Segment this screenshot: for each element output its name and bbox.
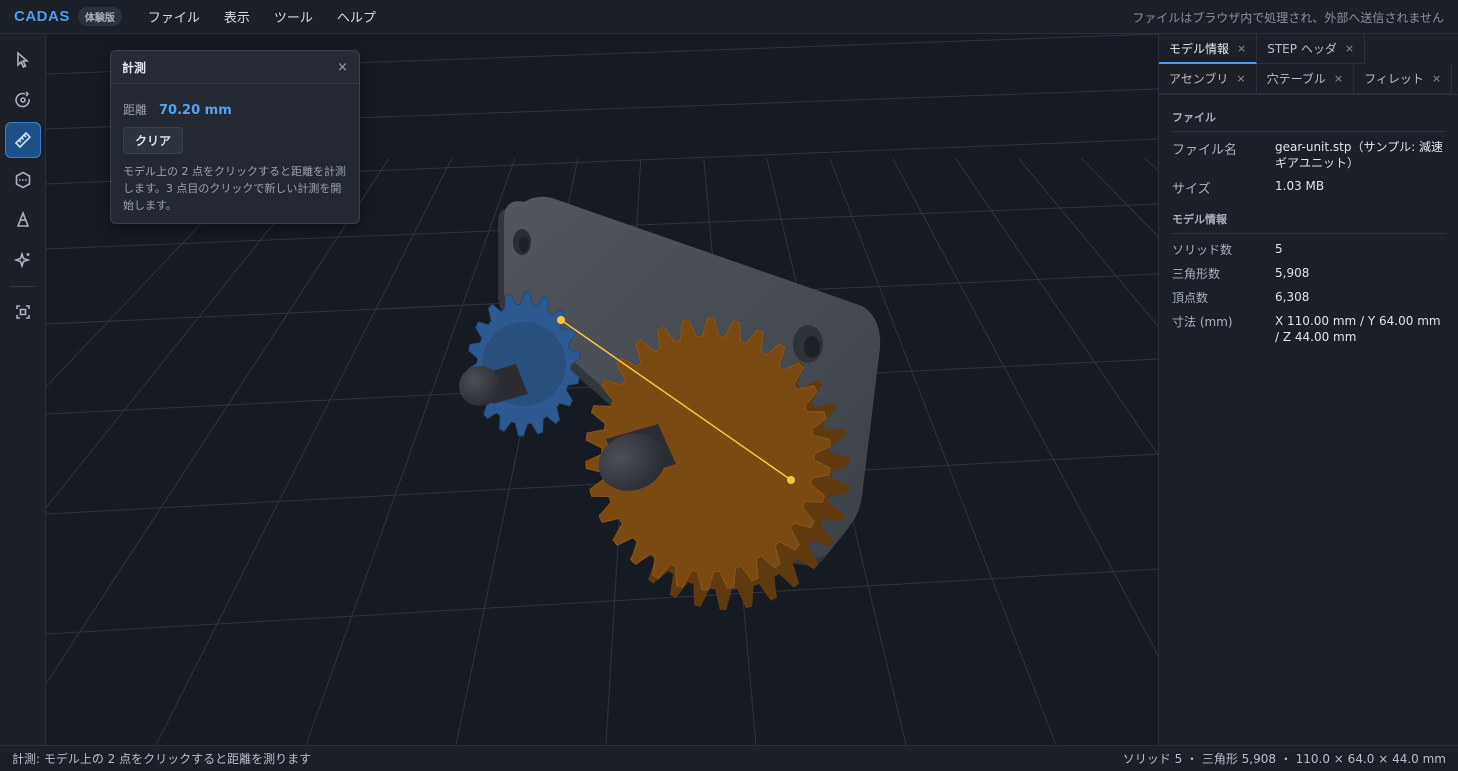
menu-bar: ファイル 表示 ツール ヘルプ (148, 7, 400, 26)
file-size-value: 1.03 MB (1275, 179, 1325, 193)
file-name-key: ファイル名 (1172, 143, 1238, 158)
vertex-count-row: 頂点数 6,308 (1171, 282, 1446, 306)
tab-close-icon[interactable]: × (1237, 42, 1246, 55)
privacy-note: ファイルはブラウザ内で処理され、外部へ送信されません (1132, 11, 1444, 25)
tab-close-icon[interactable]: × (1236, 72, 1245, 85)
distance-value: 70.20 mm (159, 103, 232, 118)
grid-line (1081, 158, 1158, 238)
trial-badge: 体験版 (77, 7, 122, 26)
solid-count-row: ソリッド数 5 (1171, 234, 1446, 258)
grid-line (305, 158, 516, 745)
tab-hole-table[interactable]: 穴テーブル × (1256, 64, 1355, 94)
tab-close-icon[interactable]: × (1432, 72, 1441, 85)
vertex-count-value: 6,308 (1275, 290, 1310, 304)
distance-label: 距離 (123, 103, 148, 117)
tab-step-header[interactable]: STEP ヘッダ × (1257, 34, 1366, 64)
solid-count-value: 5 (1275, 242, 1283, 256)
triangle-count-value: 5,908 (1275, 266, 1310, 280)
distance-row: 距離 70.20 mm (123, 101, 359, 118)
measure-panel-title: 計測 (122, 60, 147, 75)
tab-model-info[interactable]: モデル情報 × (1159, 34, 1258, 64)
file-name-value: gear-unit.stp（サンプル: 減速ギアユニット） (1275, 140, 1443, 170)
triangle-count-key: 三角形数 (1172, 267, 1221, 281)
menu-view[interactable]: 表示 (224, 7, 250, 26)
panel-tabs: モデル情報 × STEP ヘッダ × アセンブリ × 穴テーブル × フィレット… (1159, 34, 1458, 95)
select-tool-button[interactable] (5, 42, 41, 78)
tab-label: フィレット (1364, 72, 1424, 86)
measure-panel: 計測 × 距離 70.20 mm クリア モデル上の 2 点をクリックすると距離… (110, 50, 360, 224)
dimensions-row: 寸法 (mm) X 110.00 mm / Y 64.00 mm / Z 44.… (1171, 306, 1446, 345)
measure-help-text: モデル上の 2 点をクリックすると距離を計測します。3 点目のクリックで新しい計… (123, 165, 346, 212)
triangle-count-row: 三角形数 5,908 (1171, 258, 1446, 282)
grid-line (155, 158, 453, 745)
tab-close-icon[interactable]: × (1345, 42, 1354, 55)
dimensions-value: X 110.00 mm / Y 64.00 mm / Z 44.00 mm (1275, 314, 1441, 344)
file-size-row: サイズ 1.03 MB (1171, 171, 1446, 197)
status-message: 計測: モデル上の 2 点をクリックすると距離を測ります (12, 752, 312, 766)
tab-label: 穴テーブル (1266, 72, 1326, 86)
fit-view-button[interactable] (5, 294, 41, 330)
menu-help[interactable]: ヘルプ (337, 7, 376, 26)
cone-tool-button[interactable] (5, 202, 41, 238)
left-toolbar (0, 34, 46, 745)
measure-point-end[interactable] (787, 476, 795, 484)
orbit-icon (15, 91, 30, 108)
model-info-section: モデル情報 ソリッド数 5 三角形数 5,908 頂点数 6,308 寸法 (m… (1171, 197, 1446, 345)
dimensions-key: 寸法 (mm) (1172, 315, 1233, 329)
vertex-count-key: 頂点数 (1172, 291, 1209, 305)
sparkle-icon (14, 251, 31, 269)
file-section: ファイル ファイル名 gear-unit.stp（サンプル: 減速ギアユニット）… (1171, 95, 1446, 197)
measure-point-start[interactable] (557, 316, 565, 324)
select-icon (17, 51, 30, 69)
grid-line (892, 158, 1158, 657)
status-bar: 計測: モデル上の 2 点をクリックすると距離を測ります ソリッド 5 ・ 三角… (0, 745, 1458, 771)
section-icon (15, 171, 31, 189)
measure-panel-header: 計測 × (111, 51, 359, 84)
cone-icon (16, 211, 30, 227)
menu-file[interactable]: ファイル (148, 7, 200, 26)
small-gear (467, 291, 581, 437)
tab-label: モデル情報 (1169, 41, 1230, 56)
clear-measure-button[interactable]: クリア (123, 127, 184, 154)
orbit-tool-button[interactable] (5, 82, 41, 118)
ruler-icon (14, 131, 32, 149)
tab-close-icon[interactable]: × (1334, 72, 1343, 85)
file-section-title: ファイル (1171, 95, 1446, 132)
tab-assembly[interactable]: アセンブリ × (1159, 64, 1257, 94)
measure-close-icon[interactable]: × (337, 60, 348, 75)
file-size-key: サイズ (1172, 182, 1211, 197)
menu-tools[interactable]: ツール (274, 7, 313, 26)
tab-label: STEP ヘッダ (1267, 42, 1337, 56)
status-summary: ソリッド 5 ・ 三角形 5,908 ・ 110.0 × 64.0 × 44.0… (1122, 752, 1446, 766)
section-tool-button[interactable] (5, 162, 41, 198)
top-bar: CADAS 体験版 ファイル 表示 ツール ヘルプ ファイルはブラウザ内で処理さ… (0, 0, 1458, 34)
properties-panel: モデル情報 × STEP ヘッダ × アセンブリ × 穴テーブル × フィレット… (1158, 34, 1458, 745)
app-logo: CADAS (14, 8, 70, 25)
file-name-row: ファイル名 gear-unit.stp（サンプル: 減速ギアユニット） (1171, 132, 1446, 171)
grid-line (955, 158, 1158, 456)
toolbar-separator (10, 286, 36, 287)
model-info-section-title: モデル情報 (1171, 197, 1446, 234)
tab-fillet[interactable]: フィレット × (1354, 64, 1453, 94)
fit-view-icon (16, 305, 30, 319)
grid-line (1018, 158, 1158, 327)
solid-count-key: ソリッド数 (1172, 243, 1233, 257)
grid-line (46, 158, 327, 509)
measure-tool-button[interactable] (5, 122, 41, 158)
tab-label: アセンブリ (1169, 72, 1229, 86)
effects-tool-button[interactable] (5, 242, 41, 278)
grid-line (46, 158, 264, 388)
grid-line (46, 568, 1158, 635)
